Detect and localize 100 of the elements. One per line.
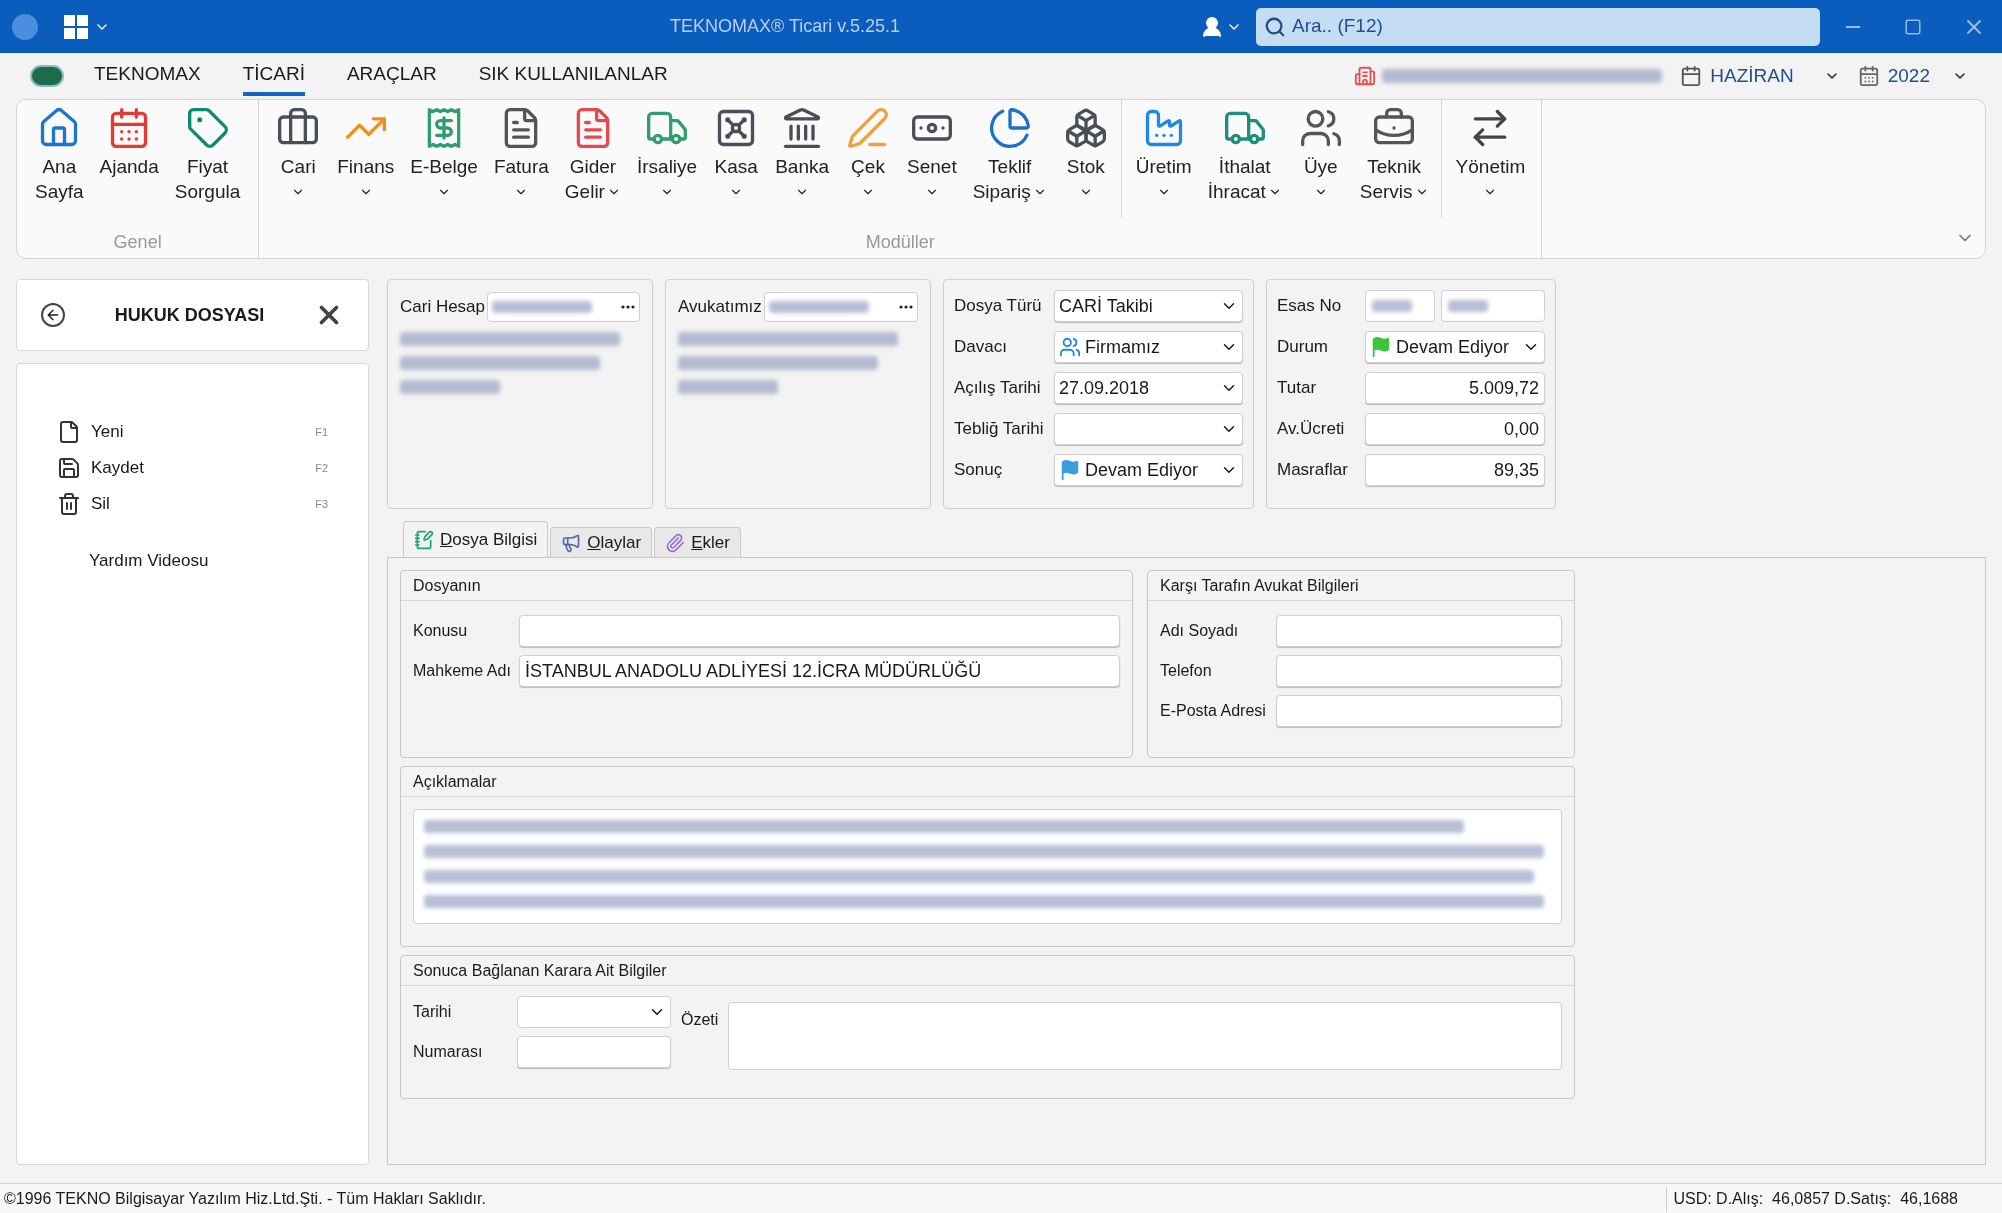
ribbon-button[interactable]: Çek: [839, 100, 897, 218]
field-label: Tutar: [1277, 377, 1318, 400]
field-label: Sonuç: [954, 459, 1004, 482]
lookup-field[interactable]: [763, 292, 918, 322]
window-title: TEKNOMAX® Ticari v.5.25.1: [670, 15, 900, 38]
cheque-icon: [846, 106, 890, 150]
field-label: Konusu: [413, 621, 469, 641]
dropdown-field[interactable]: Firmamız: [1054, 331, 1243, 363]
paperclip-icon: [665, 532, 686, 553]
field-label: Cari Hesap: [400, 296, 486, 319]
input-field[interactable]: [519, 615, 1120, 647]
search-field[interactable]: Ara.. (F12): [1256, 7, 1820, 46]
copyright-text: ©1996 TEKNO Bilgisayar Yazılım Hiz.Ltd.Şti. - Tüm Hakları Saklıdır.: [4, 1188, 486, 1209]
dropdown-field[interactable]: CARİ Takibi: [1054, 290, 1243, 322]
calendar-icon: [1680, 65, 1703, 87]
logo-icon: [30, 65, 64, 87]
more-icon: [899, 305, 913, 309]
tab[interactable]: Olaylar: [550, 527, 653, 557]
menu-tab[interactable]: SIK KULLANILANLAR: [478, 56, 668, 96]
dropdown-field[interactable]: 27.09.2018: [1054, 372, 1243, 404]
input-field[interactable]: İSTANBUL ANADOLU ADLİYESİ 12.İCRA MÜDÜRLÜĞÜ: [519, 655, 1120, 687]
calendar-icon: [1857, 65, 1880, 87]
tab[interactable]: Ekler: [654, 527, 741, 557]
ribbon-button[interactable]: Teknik Servis: [1353, 100, 1435, 218]
save-icon: [57, 456, 81, 480]
field-label: Adı Soyadı: [1160, 621, 1240, 641]
ribbon-button[interactable]: Üretim: [1129, 100, 1198, 218]
trash-icon: [57, 492, 81, 516]
input-field[interactable]: [517, 1036, 671, 1068]
field-label: Özeti: [681, 1010, 719, 1030]
ribbon-button[interactable]: Banka: [769, 100, 835, 218]
ribbon-button[interactable]: Cari: [269, 100, 328, 218]
field-label: Numarası: [413, 1042, 484, 1062]
group-title: Sonuca Bağlanan Karara Ait Bilgiler: [401, 956, 1574, 986]
app-logo-icon: [12, 13, 38, 40]
help-video-link[interactable]: Yardım Videosu: [89, 548, 209, 574]
input-field[interactable]: 0,00: [1365, 413, 1545, 445]
building-icon[interactable]: [1354, 65, 1377, 87]
input-field[interactable]: [1276, 655, 1562, 687]
menu-item[interactable]: Sil F3: [57, 486, 328, 522]
pie-chart-icon: [987, 106, 1032, 150]
field-label: Esas No: [1277, 295, 1343, 318]
user-icon[interactable]: [1200, 14, 1224, 39]
group-label: Modüller: [864, 231, 936, 254]
blurred-text: [1372, 300, 1412, 312]
ribbon-button[interactable]: Senet: [901, 100, 963, 218]
ribbon-button[interactable]: Fatura: [487, 100, 555, 218]
panel-title: HUKUK DOSYASI: [113, 303, 266, 327]
month-label[interactable]: HAZİRAN: [1710, 61, 1794, 91]
ribbon-button[interactable]: Gider Gelir: [558, 100, 627, 218]
ribbon-button[interactable]: Yönetim: [1449, 100, 1532, 218]
ribbon-button[interactable]: Stok: [1056, 100, 1115, 218]
menu-tab[interactable]: TEKNOMAX: [94, 56, 201, 96]
ribbon-button[interactable]: Teklif Sipariş: [966, 100, 1053, 218]
field-label: Tarihi: [413, 1002, 453, 1022]
field-label: Tebliğ Tarihi: [954, 418, 1045, 441]
group-title: Karşı Tarafın Avukat Bilgileri: [1148, 571, 1574, 601]
input-field[interactable]: [1276, 615, 1562, 647]
input-field[interactable]: 89,35: [1365, 454, 1545, 486]
year-label[interactable]: 2022: [1887, 61, 1930, 91]
menu-tab[interactable]: ARAÇLAR: [346, 56, 437, 96]
tab[interactable]: Dosya Bilgisi: [403, 521, 549, 557]
ribbon-button[interactable]: İrsaliye: [630, 100, 704, 218]
people-icon: [1059, 336, 1081, 358]
ribbon-button[interactable]: Kasa: [707, 100, 766, 218]
input-field[interactable]: 5.009,72: [1365, 372, 1545, 404]
notes-field[interactable]: [413, 809, 1562, 924]
field-label: Davacı: [954, 336, 1008, 359]
ribbon-button[interactable]: Ana Sayfa: [29, 100, 90, 218]
input-field[interactable]: [1276, 695, 1562, 727]
field-label: Telefon: [1160, 661, 1213, 681]
ribbon-button[interactable]: Fiyat Sorgula: [168, 100, 247, 218]
ribbon-button[interactable]: Üye: [1291, 100, 1350, 218]
input-field[interactable]: [1365, 290, 1435, 322]
group-label: Genel: [112, 231, 163, 254]
menu-item[interactable]: Yeni F1: [57, 414, 328, 450]
dropdown-field[interactable]: Devam Ediyor: [1054, 454, 1243, 486]
file-icon: [57, 420, 81, 444]
maximize-icon[interactable]: [1904, 17, 1922, 36]
back-icon[interactable]: [41, 303, 65, 327]
input-field[interactable]: [1441, 290, 1545, 322]
ribbon-button[interactable]: İthalat İhracat: [1201, 100, 1288, 218]
field-label: Dosya Türü: [954, 295, 1043, 318]
field-label: Av.Ücreti: [1277, 418, 1346, 441]
menu-item[interactable]: Kaydet F2: [57, 450, 328, 486]
dropdown-field[interactable]: Devam Ediyor: [1365, 331, 1545, 363]
more-icon: [621, 305, 635, 309]
lookup-field[interactable]: [487, 292, 640, 322]
field-label: Durum: [1277, 336, 1329, 359]
tag-icon: [185, 106, 230, 150]
summary-field[interactable]: [728, 1002, 1562, 1070]
megaphone-icon: [561, 532, 582, 553]
ribbon-button[interactable]: Finans: [331, 100, 401, 218]
field-label: E-Posta Adresi: [1160, 701, 1267, 721]
group-title: Açıklamalar: [401, 767, 1574, 797]
ribbon-button[interactable]: Ajanda: [93, 100, 165, 218]
dropdown-field[interactable]: [1054, 413, 1243, 445]
field-label: Avukatımız: [678, 296, 762, 319]
ribbon-button[interactable]: E-Belge: [404, 100, 484, 218]
search-icon: [1264, 15, 1286, 38]
